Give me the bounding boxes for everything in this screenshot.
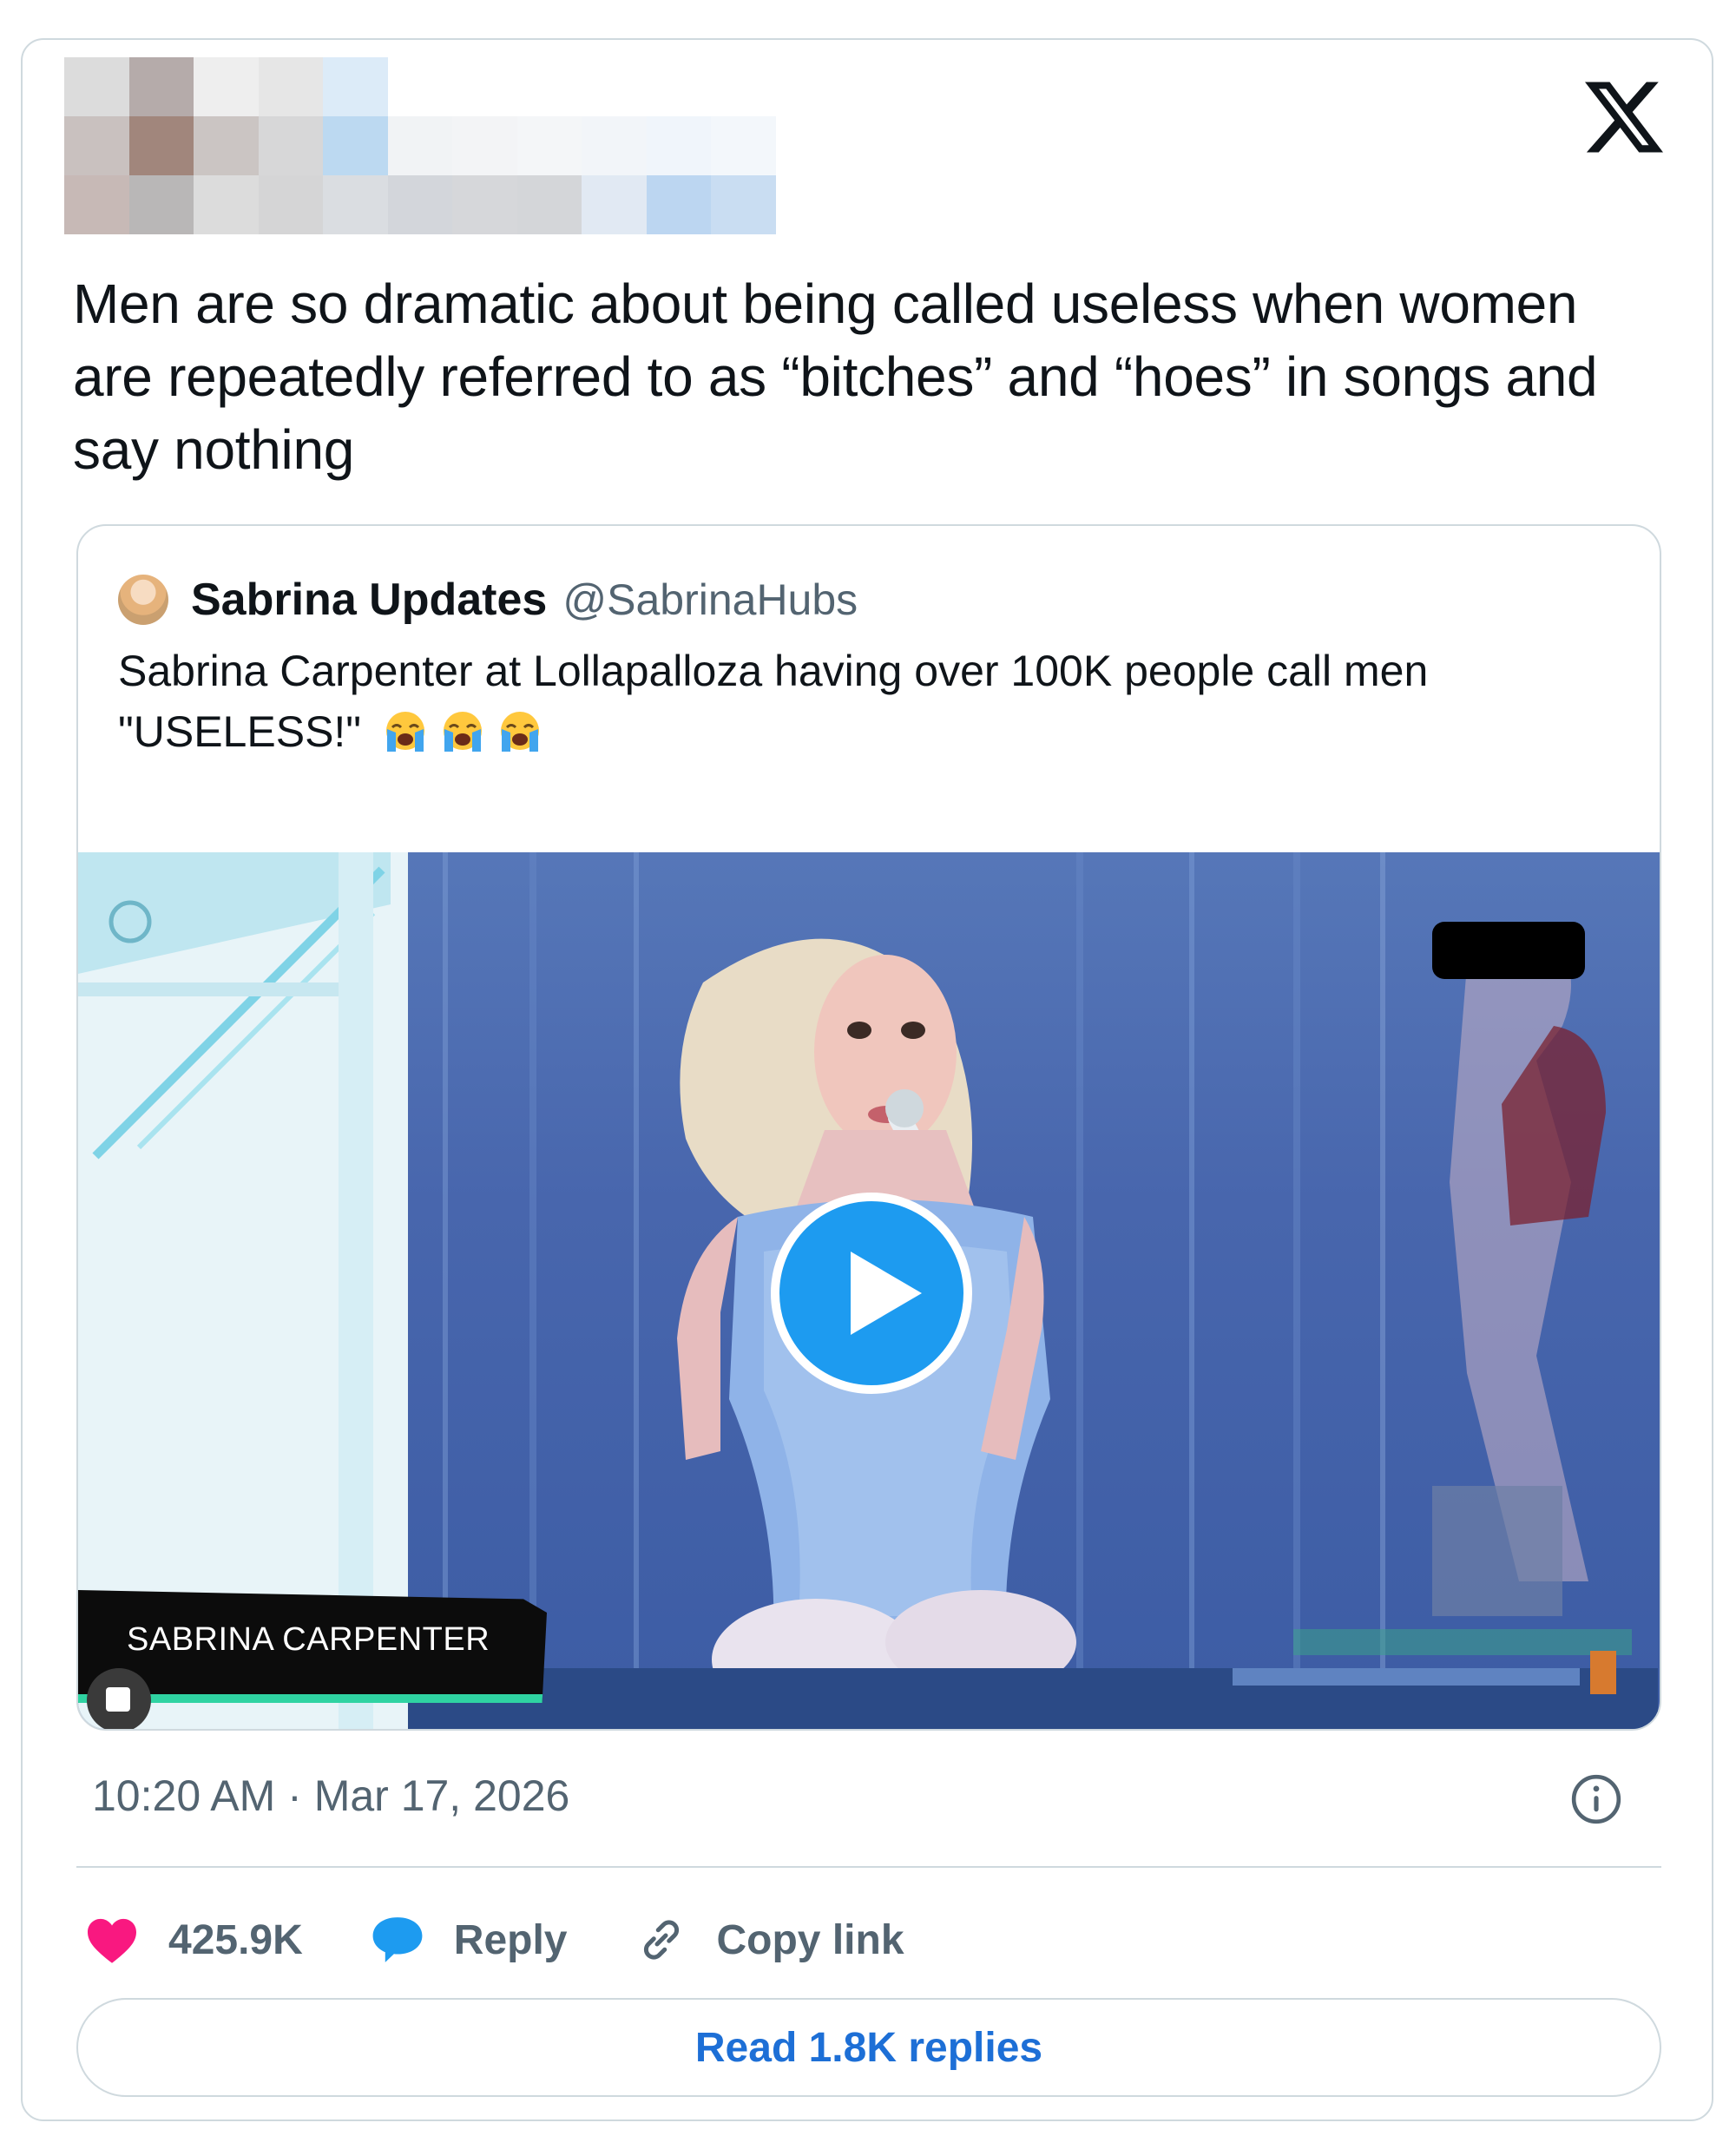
stop-icon[interactable] xyxy=(87,1668,151,1729)
reply-button[interactable]: Reply xyxy=(371,1915,568,1965)
info-icon[interactable] xyxy=(1569,1772,1623,1826)
lower-third-caption: SABRINA CARPENTER xyxy=(78,1590,547,1703)
quoted-author-handle[interactable]: @SabrinaHubs xyxy=(562,575,858,625)
action-bar: 425.9K Reply Copy link xyxy=(85,1901,972,1979)
divider xyxy=(76,1866,1661,1868)
redaction-box xyxy=(1432,922,1585,979)
video-player[interactable]: SABRINA CARPENTER xyxy=(78,852,1660,1729)
quoted-tweet-text: Sabrina Carpenter at Lollapalloza having… xyxy=(118,641,1611,762)
lower-third-text: SABRINA CARPENTER xyxy=(127,1621,490,1658)
heart-icon xyxy=(88,1918,136,1963)
quoted-tweet-header: Sabrina Updates @SabrinaHubs xyxy=(118,569,858,630)
redacted-author xyxy=(64,57,776,234)
link-icon xyxy=(643,1920,679,1960)
play-icon[interactable] xyxy=(771,1193,972,1394)
copy-link-button[interactable]: Copy link xyxy=(635,1914,904,1966)
copy-link-label: Copy link xyxy=(716,1916,904,1963)
x-logo-icon[interactable] xyxy=(1585,78,1663,156)
tweet-timestamp[interactable]: 10:20 AM · Mar 17, 2026 xyxy=(92,1771,569,1821)
reply-label: Reply xyxy=(453,1916,568,1963)
loudly-crying-face-icon xyxy=(495,708,545,755)
like-count: 425.9K xyxy=(168,1916,303,1963)
tweet-card: Men are so dramatic about being called u… xyxy=(21,38,1713,2121)
loudly-crying-face-icon xyxy=(380,708,431,755)
tweet-text: Men are so dramatic about being called u… xyxy=(73,273,1598,481)
quoted-tweet-body: Sabrina Carpenter at Lollapalloza having… xyxy=(118,647,1429,756)
avatar[interactable] xyxy=(118,575,168,625)
quoted-author-name[interactable]: Sabrina Updates xyxy=(191,574,547,626)
quoted-tweet[interactable]: Sabrina Updates @SabrinaHubs Sabrina Car… xyxy=(76,524,1661,1731)
loudly-crying-face-icon xyxy=(437,708,488,755)
reply-icon xyxy=(372,1917,423,1962)
read-replies-button[interactable]: Read 1.8K replies xyxy=(76,1998,1661,2097)
like-button[interactable]: 425.9K xyxy=(85,1916,303,1964)
